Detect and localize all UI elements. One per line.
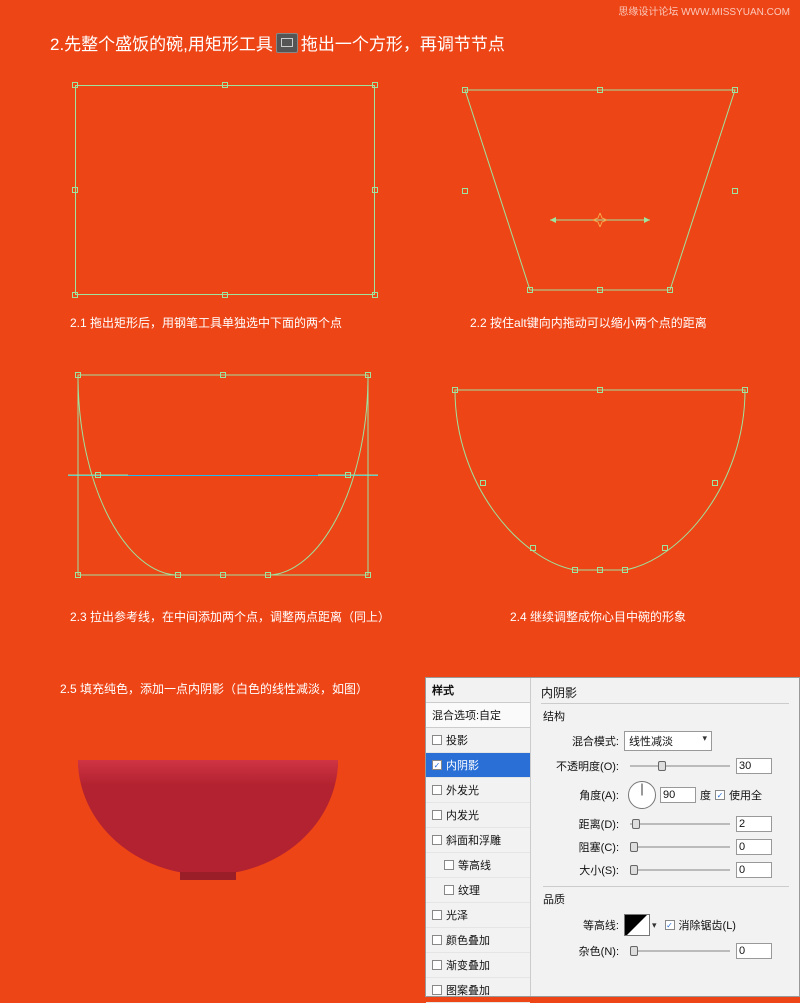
- structure-label: 结构: [543, 708, 789, 724]
- bowl-final-path: [450, 385, 750, 595]
- bowl-foot: [180, 872, 236, 880]
- distance-input[interactable]: 2: [736, 816, 772, 832]
- settings-title: 内阴影: [541, 684, 789, 704]
- blend-options[interactable]: 混合选项:自定: [426, 703, 530, 728]
- bowl-path-edit: [68, 370, 378, 595]
- noise-input[interactable]: 0: [736, 943, 772, 959]
- option-satin[interactable]: 光泽: [426, 903, 530, 928]
- figure-2-1: [75, 85, 375, 295]
- size-slider[interactable]: [630, 869, 730, 871]
- option-outer-glow[interactable]: 外发光: [426, 778, 530, 803]
- option-texture[interactable]: 纹理: [426, 878, 530, 903]
- size-input[interactable]: 0: [736, 862, 772, 878]
- size-row: 大小(S): 0: [541, 862, 789, 878]
- opacity-slider[interactable]: [630, 765, 730, 767]
- blend-mode-select[interactable]: 线性减淡▾: [624, 731, 712, 751]
- choke-row: 阻塞(C): 0: [541, 839, 789, 855]
- option-gradient-overlay[interactable]: 渐变叠加: [426, 953, 530, 978]
- caption-2-4: 2.4 继续调整成你心目中碗的形象: [510, 608, 686, 625]
- main-title: 2.先整个盛饭的碗,用矩形工具 拖出一个方形，再调节节点: [50, 30, 505, 55]
- title-before: 2.先整个盛饭的碗,用矩形工具: [50, 30, 273, 55]
- option-inner-glow[interactable]: 内发光: [426, 803, 530, 828]
- option-inner-shadow[interactable]: 内阴影: [426, 753, 530, 778]
- noise-row: 杂色(N): 0: [541, 943, 789, 959]
- choke-slider[interactable]: [630, 846, 730, 848]
- bowl-shape: [78, 760, 338, 875]
- blend-mode-row: 混合模式: 线性减淡▾: [541, 731, 789, 751]
- figure-2-2: [450, 85, 750, 295]
- center-target-icon: [593, 213, 607, 227]
- angle-row: 角度(A): 90 度 使用全: [541, 781, 789, 809]
- styles-header: 样式: [426, 678, 530, 703]
- caption-2-1: 2.1 拖出矩形后，用钢笔工具单独选中下面的两个点: [70, 314, 342, 331]
- figure-2-3: [68, 370, 378, 595]
- title-after: 拖出一个方形，再调节节点: [301, 30, 505, 55]
- caption-2-3: 2.3 拉出参考线，在中间添加两个点，调整两点距离（同上）: [70, 608, 390, 625]
- caption-2-2: 2.2 按住alt键向内拖动可以缩小两个点的距离: [470, 314, 707, 331]
- noise-slider[interactable]: [630, 950, 730, 952]
- option-contour[interactable]: 等高线: [426, 853, 530, 878]
- rectangle-tool-icon: [276, 33, 298, 53]
- contour-row: 等高线: ▾ 消除锯齿(L): [541, 914, 789, 936]
- quality-label: 品质: [543, 886, 789, 907]
- angle-input[interactable]: 90: [660, 787, 696, 803]
- distance-row: 距离(D): 2: [541, 816, 789, 832]
- option-color-overlay[interactable]: 颜色叠加: [426, 928, 530, 953]
- contour-picker[interactable]: [624, 914, 650, 936]
- figure-2-4: [450, 385, 750, 595]
- option-drop-shadow[interactable]: 投影: [426, 728, 530, 753]
- option-pattern-overlay[interactable]: 图案叠加: [426, 978, 530, 1003]
- watermark: 思缘设计论坛 WWW.MISSYUAN.COM: [618, 3, 790, 18]
- styles-list: 样式 混合选项:自定 投影 内阴影 外发光 内发光 斜面和浮雕 等高线 纹理 光…: [426, 678, 531, 996]
- trapezoid-outline: [450, 85, 750, 295]
- opacity-row: 不透明度(O): 30: [541, 758, 789, 774]
- antialias-checkbox[interactable]: [665, 920, 675, 930]
- angle-dial[interactable]: [628, 781, 656, 809]
- global-light-checkbox[interactable]: [715, 790, 725, 800]
- option-bevel[interactable]: 斜面和浮雕: [426, 828, 530, 853]
- caption-2-5: 2.5 填充纯色，添加一点内阴影（白色的线性减淡，如图）: [60, 680, 368, 697]
- choke-input[interactable]: 0: [736, 839, 772, 855]
- figure-2-5: [70, 730, 350, 960]
- inner-shadow-settings: 内阴影 结构 混合模式: 线性减淡▾ 不透明度(O): 30 角度(A): 90…: [531, 678, 799, 996]
- opacity-input[interactable]: 30: [736, 758, 772, 774]
- layer-style-panel: 样式 混合选项:自定 投影 内阴影 外发光 内发光 斜面和浮雕 等高线 纹理 光…: [425, 677, 800, 997]
- distance-slider[interactable]: [630, 823, 730, 825]
